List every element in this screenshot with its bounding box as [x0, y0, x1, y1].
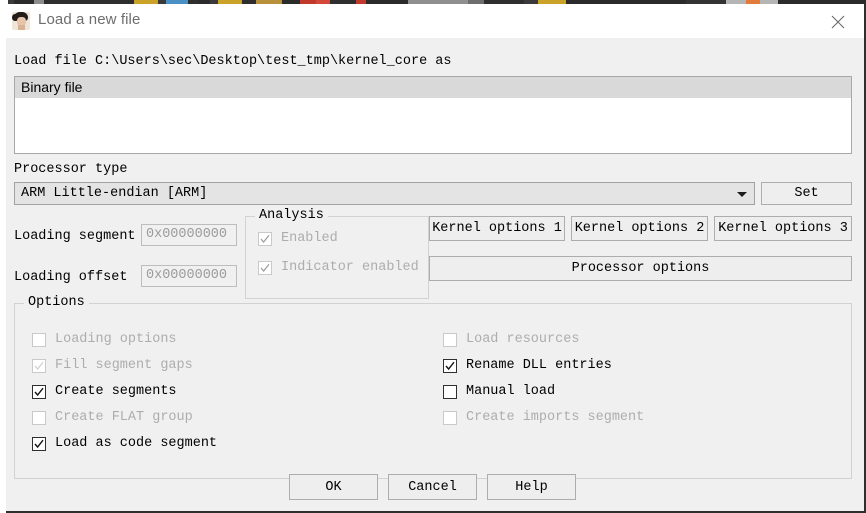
background-window-left-edge	[0, 4, 6, 513]
checkmark-icon	[32, 436, 46, 451]
chevron-down-icon	[737, 192, 747, 197]
analysis-group-title: Analysis	[255, 208, 328, 223]
checkbox-loading-options[interactable]: Loading options	[32, 332, 177, 347]
title-bar: Load a new file	[0, 4, 864, 39]
loading-segment-input[interactable]: 0x00000000	[141, 224, 237, 246]
checkbox-create-flat-group[interactable]: Create FLAT group	[32, 410, 193, 425]
checkbox-rename-dll-entries[interactable]: Rename DLL entries	[443, 358, 612, 373]
checkbox-create-segments[interactable]: Create segments	[32, 384, 177, 399]
options-group: Options Loading options Fill segment gap…	[14, 295, 852, 479]
checkbox-load-as-code-segment[interactable]: Load as code segment	[32, 436, 217, 451]
dialog-body: Load file C:\Users\sec\Desktop\test_tmp\…	[6, 38, 864, 511]
list-item-binary-file[interactable]: Binary file	[15, 77, 851, 98]
empty-checkbox-icon	[443, 332, 457, 347]
processor-type-label: Processor type	[14, 162, 128, 177]
checkbox-label: Enabled	[281, 231, 338, 246]
checkbox-label: Create segments	[55, 384, 177, 399]
checkbox-label: Manual load	[466, 384, 556, 399]
checkbox-label: Rename DLL entries	[466, 358, 612, 373]
empty-checkbox-icon	[443, 410, 457, 425]
checkbox-label: Load as code segment	[55, 436, 218, 451]
checkbox-label: Load resources	[466, 332, 580, 347]
processor-options-button[interactable]: Processor options	[429, 256, 852, 281]
checkmark-icon	[258, 260, 272, 275]
analysis-group: Analysis Enabled Indicator enabled	[245, 208, 429, 299]
checkbox-label: Indicator enabled	[281, 260, 419, 275]
checkbox-create-imports-segment[interactable]: Create imports segment	[443, 410, 644, 425]
checkmark-icon	[443, 358, 457, 373]
checkbox-label: Create FLAT group	[55, 410, 193, 425]
checkmark-icon	[32, 384, 46, 399]
help-button[interactable]: Help	[487, 474, 576, 500]
checkbox-label: Fill segment gaps	[55, 358, 193, 373]
empty-checkbox-icon	[32, 410, 46, 425]
checkbox-label: Loading options	[55, 332, 177, 347]
empty-checkbox-icon	[32, 332, 46, 347]
loading-offset-label: Loading offset	[14, 270, 128, 285]
kernel-options-3-button[interactable]: Kernel options 3	[714, 216, 852, 241]
kernel-options-2-button[interactable]: Kernel options 2	[571, 216, 708, 241]
load-file-prompt: Load file C:\Users\sec\Desktop\test_tmp\…	[14, 54, 452, 69]
checkbox-indicator-enabled[interactable]: Indicator enabled	[258, 260, 419, 275]
ida-avatar-icon	[12, 12, 30, 30]
load-a-new-file-dialog: Load a new file Load file C:\Users\sec\D…	[0, 4, 866, 513]
loading-segment-label: Loading segment	[14, 229, 136, 244]
window-title: Load a new file	[38, 11, 141, 28]
options-group-title: Options	[24, 295, 89, 310]
loading-offset-input[interactable]: 0x00000000	[141, 265, 237, 287]
cancel-button[interactable]: Cancel	[388, 474, 477, 500]
close-icon[interactable]	[816, 4, 862, 37]
processor-type-value: ARM Little-endian [ARM]	[21, 186, 208, 201]
checkbox-load-resources[interactable]: Load resources	[443, 332, 579, 347]
checkbox-analysis-enabled[interactable]: Enabled	[258, 231, 338, 246]
ok-button[interactable]: OK	[289, 474, 378, 500]
checkbox-fill-segment-gaps[interactable]: Fill segment gaps	[32, 358, 193, 373]
checkbox-label: Create imports segment	[466, 410, 645, 425]
checkmark-icon	[32, 358, 46, 373]
processor-type-select[interactable]: ARM Little-endian [ARM]	[14, 182, 755, 205]
checkmark-icon	[258, 231, 272, 246]
file-format-list[interactable]: Binary file	[14, 76, 852, 154]
kernel-options-1-button[interactable]: Kernel options 1	[429, 216, 565, 241]
set-button[interactable]: Set	[761, 182, 852, 205]
empty-checkbox-icon	[443, 384, 457, 399]
checkbox-manual-load[interactable]: Manual load	[443, 384, 555, 399]
